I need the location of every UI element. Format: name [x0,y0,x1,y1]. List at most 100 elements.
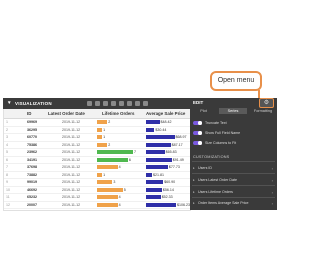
price-bar [146,150,165,155]
divider [192,197,275,198]
row-number: 8 [6,172,8,177]
price-bar [146,142,171,147]
cell-latest-order-date: 2019-11-12 [62,202,81,207]
orders-bar [97,135,103,140]
area-viz-icon[interactable] [119,101,124,106]
expand-caret-icon[interactable]: ▸ [193,190,195,194]
open-menu-callout: Open menu [210,71,262,91]
expand-caret-icon[interactable]: ▸ [193,178,195,182]
cell-latest-order-date: 2019-11-12 [62,165,81,170]
price-bar [146,172,152,177]
cell-id: 34191 [27,157,37,162]
cell-latest-order-date: 2019-11-12 [62,187,81,192]
chevron-right-icon[interactable]: › [272,178,273,183]
toggle-switch[interactable] [193,130,202,135]
price-bar [146,187,162,192]
cell-lifetime-orders: 4 [118,165,121,170]
cell-id: 75386 [27,142,37,147]
cell-latest-order-date: 2019-11-12 [62,157,81,162]
row-number: 3 [6,135,8,140]
orders-bar [97,127,103,132]
viz-type-icons [87,101,148,106]
price-bar [146,165,168,170]
column-viz-icon[interactable] [103,101,108,106]
cell-average-sale-price: $91.49 [172,157,184,162]
column-header-id[interactable]: ID [27,111,31,116]
row-number: 9 [6,180,8,185]
tab-plot[interactable]: Plot [190,108,217,114]
map-viz-icon[interactable] [135,101,140,106]
more-viz-icon[interactable] [143,101,148,106]
price-bar [146,135,175,140]
divider [192,161,275,162]
row-number: 7 [6,165,8,170]
customization-item[interactable]: ▸ Order Items Average Sale Price › [193,200,275,207]
cell-average-sale-price: $52.33 [161,195,173,200]
table-row[interactable]: 12 20007 2019-11-12 4 $106.23 [4,202,191,210]
column-header-lifetime-orders[interactable]: Lifetime Orders [102,111,134,116]
price-bar [146,120,160,125]
chevron-right-icon[interactable]: › [272,166,273,171]
visualization-label: VISUALIZATION [15,101,52,106]
row-number: 11 [6,195,10,200]
divider [192,185,275,186]
orders-bar [97,165,118,170]
toggle-switch[interactable] [193,140,202,145]
cell-lifetime-orders: 3 [113,180,116,185]
edit-tabs: Plot Series Formatting [190,108,277,114]
cell-latest-order-date: 2019-11-12 [62,142,81,147]
toggle-switch[interactable] [193,120,202,125]
collapse-chevron-icon[interactable]: ▾ [8,98,11,109]
bar-viz-icon[interactable] [95,101,100,106]
cell-average-sale-price: $56.14 [162,187,174,192]
cell-lifetime-orders: 2 [108,142,111,147]
row-number: 2 [6,127,8,132]
cell-average-sale-price: $77.73 [168,165,180,170]
cell-latest-order-date: 2019-11-12 [62,135,81,140]
cell-id: 60770 [27,135,37,140]
expand-caret-icon[interactable]: ▸ [193,201,195,205]
row-number: 1 [6,120,8,125]
edit-panel-title: EDIT [193,100,204,105]
cell-average-sale-price: $48.42 [160,120,172,125]
orders-bar [97,202,118,207]
price-bar [146,202,176,207]
orders-bar [97,172,103,177]
pie-viz-icon[interactable] [127,101,132,106]
gear-menu-icon[interactable]: ⚙ [259,98,274,108]
orders-bar [97,187,123,192]
table-viz-icon[interactable] [87,101,92,106]
cell-average-sale-price: $106.23 [177,202,190,207]
cell-id: 69969 [27,120,37,125]
row-number: 4 [6,142,8,147]
orders-bar [97,180,113,185]
row-number: 12 [6,202,10,207]
tab-formatting[interactable]: Formatting [249,108,277,114]
column-header-latest-order-date[interactable]: Latest Order Date [48,111,85,116]
chevron-right-icon[interactable]: › [272,190,273,195]
cell-average-sale-price: $68.97 [175,135,187,140]
expand-caret-icon[interactable]: ▸ [193,166,195,170]
customization-item-label: Order Items Average Sale Price [198,201,249,205]
customization-item[interactable]: ▸ Users Latest Order Date › [193,177,275,184]
cell-lifetime-orders: 4 [118,195,121,200]
cell-latest-order-date: 2019-11-12 [62,120,81,125]
cell-id: 20007 [27,202,37,207]
customizations-heading: CUSTOMIZATIONS [193,155,230,159]
cell-latest-order-date: 2019-11-12 [62,127,81,132]
customization-item-label: Users Latest Order Date [198,178,237,182]
row-number: 10 [6,187,10,192]
visualization-header[interactable]: ▾ VISUALIZATION [3,98,190,109]
customization-item[interactable]: ▸ Users ID › [193,165,275,172]
line-viz-icon[interactable] [111,101,116,106]
customization-item[interactable]: ▸ Users Lifetime Orders › [193,189,275,196]
cell-id: 46692 [27,187,37,192]
cell-lifetime-orders: 1 [103,127,106,132]
column-header-average-sale-price[interactable]: Average Sale Price [146,111,185,116]
price-bar [146,180,164,185]
tab-series[interactable]: Series [219,108,247,114]
cell-lifetime-orders: 4 [118,202,121,207]
toggle-label: Show Full Field Name [205,130,241,135]
chevron-right-icon[interactable]: › [272,201,273,206]
customization-item-label: Users ID [198,166,212,170]
